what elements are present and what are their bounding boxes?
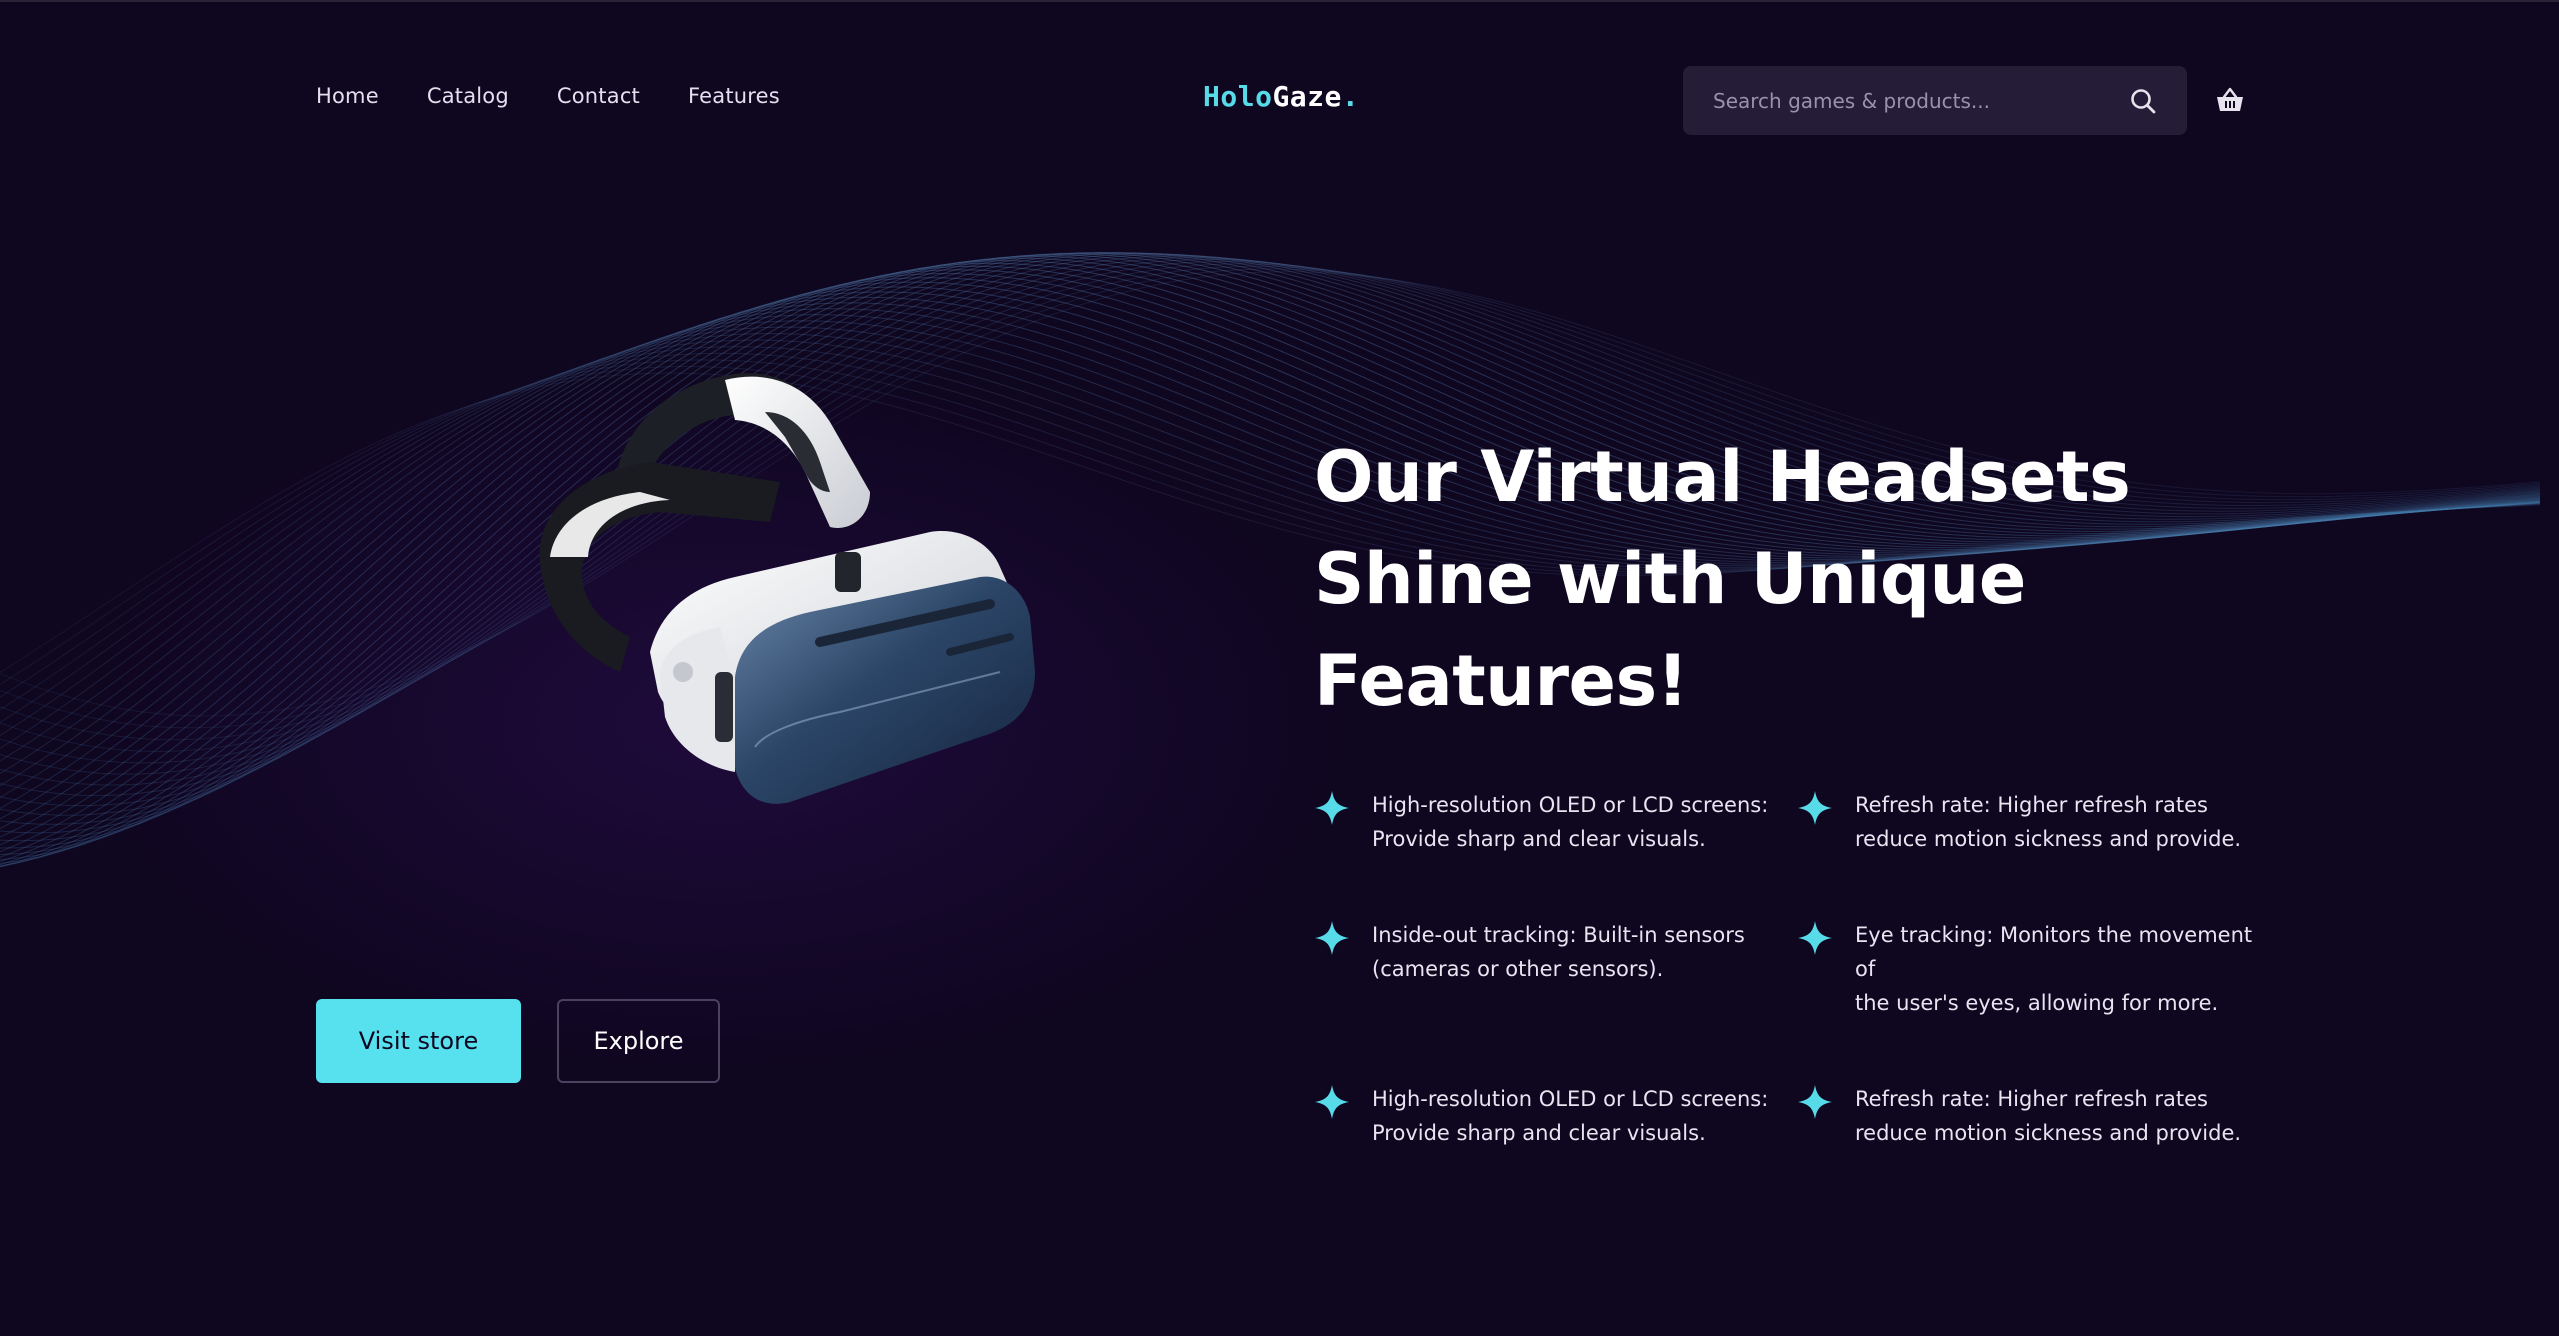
feature-text: Refresh rate: Higher refresh rates reduce… [1855, 1082, 2274, 1150]
sparkle-icon [1315, 1085, 1349, 1119]
feature-line-2: (cameras or other sensors). [1372, 957, 1664, 981]
feature-line-1: Refresh rate: Higher refresh rates [1855, 793, 2208, 817]
hero-title-line-1: Our Virtual Headsets [1314, 436, 2131, 518]
feature-line-1: High-resolution OLED or LCD screens: [1372, 1087, 1769, 1111]
vr-headset-image [539, 373, 1035, 804]
nav-features[interactable]: Features [688, 84, 780, 108]
logo-dot: . [1341, 80, 1360, 113]
feature-text: High-resolution OLED or LCD screens: Prov… [1372, 1082, 1792, 1150]
feature-line-1: Refresh rate: Higher refresh rates [1855, 1087, 2208, 1111]
sparkle-icon [1315, 791, 1349, 825]
feature-item: Refresh rate: Higher refresh rates reduce… [1797, 1082, 2274, 1150]
search-input[interactable] [1713, 88, 2129, 113]
feature-text: Inside-out tracking: Built-in sensors (ca… [1372, 918, 1792, 986]
feature-line-2: Provide sharp and clear visuals. [1372, 1121, 1706, 1145]
logo-gaze: Gaze [1272, 80, 1342, 113]
feature-text: High-resolution OLED or LCD screens: Prov… [1372, 788, 1792, 856]
feature-item: High-resolution OLED or LCD screens: Prov… [1314, 788, 1797, 856]
feature-text: Eye tracking: Monitors the movement of th… [1855, 918, 2274, 1020]
feature-list: High-resolution OLED or LCD screens: Prov… [1314, 788, 2274, 1150]
sparkle-icon [1798, 1085, 1832, 1119]
logo[interactable]: HoloGaze. [1203, 80, 1359, 113]
main-nav: Home Catalog Contact Features [316, 84, 780, 108]
feature-item: Inside-out tracking: Built-in sensors (ca… [1314, 918, 1797, 1020]
search-icon[interactable] [2129, 87, 2157, 115]
hero-title-line-2: Shine with Unique [1314, 538, 2026, 620]
feature-item: Eye tracking: Monitors the movement of th… [1797, 918, 2274, 1020]
feature-line-1: Eye tracking: Monitors the movement of [1855, 923, 2253, 981]
search-bar [1683, 66, 2187, 135]
nav-contact[interactable]: Contact [557, 84, 640, 108]
feature-text: Refresh rate: Higher refresh rates reduce… [1855, 788, 2274, 856]
feature-line-2: Provide sharp and clear visuals. [1372, 827, 1706, 851]
hero-title-line-3: Features! [1314, 640, 1689, 722]
sparkle-icon [1315, 921, 1349, 955]
sparkle-icon [1798, 791, 1832, 825]
explore-button[interactable]: Explore [557, 999, 720, 1083]
visit-store-button[interactable]: Visit store [316, 999, 521, 1083]
sparkle-icon [1798, 921, 1832, 955]
feature-line-2: reduce motion sickness and provide. [1855, 1121, 2242, 1145]
feature-line-2: reduce motion sickness and provide. [1855, 827, 2242, 851]
nav-catalog[interactable]: Catalog [427, 84, 509, 108]
feature-item: Refresh rate: Higher refresh rates reduce… [1797, 788, 2274, 856]
nav-home[interactable]: Home [316, 84, 379, 108]
basket-icon[interactable] [2215, 86, 2245, 114]
logo-holo: Holo [1203, 80, 1273, 113]
feature-line-1: High-resolution OLED or LCD screens: [1372, 793, 1769, 817]
feature-line-1: Inside-out tracking: Built-in sensors [1372, 923, 1745, 947]
feature-line-2: the user's eyes, allowing for more. [1855, 991, 2219, 1015]
page: Home Catalog Contact Features HoloGaze. [0, 0, 2559, 1336]
feature-item: High-resolution OLED or LCD screens: Prov… [1314, 1082, 1797, 1150]
hero-title: Our Virtual Headsets Shine with Unique F… [1314, 426, 2214, 732]
